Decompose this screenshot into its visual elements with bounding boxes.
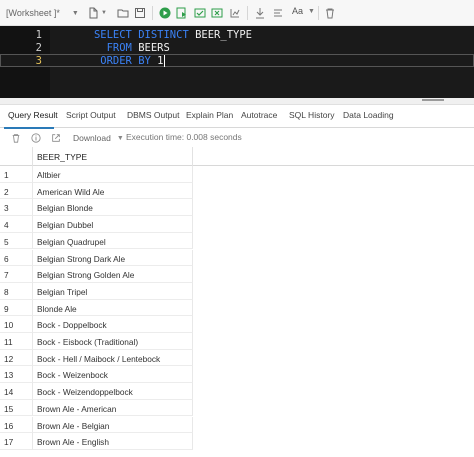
beer-type-cell[interactable]: Bock - Eisbock (Traditional): [33, 333, 193, 350]
row-number: 11: [0, 333, 33, 350]
chevron-down-icon: ▼: [308, 7, 315, 15]
execution-time: Execution time: 0.008 seconds: [126, 132, 242, 142]
beer-type-cell[interactable]: Belgian Strong Golden Ale: [33, 266, 193, 283]
row-number: 1: [0, 166, 33, 183]
table-row[interactable]: 9 Blonde Ale: [0, 299, 474, 317]
row-number: 6: [0, 249, 33, 267]
table-row[interactable]: 11 Bock - Eisbock (Traditional): [0, 333, 474, 350]
line-number: 3: [35, 54, 42, 67]
line-number: 1: [35, 28, 42, 41]
beer-type-cell[interactable]: Bock - Hell / Maibock / Lentebock: [33, 349, 193, 367]
splitter-handle[interactable]: [422, 99, 444, 103]
result-toolbar: Download ▼ Execution time: 0.008 seconds: [0, 129, 474, 147]
line-number: 2: [35, 41, 42, 54]
info-icon[interactable]: [30, 132, 42, 144]
row-number: 2: [0, 182, 33, 200]
download-label: Download: [73, 133, 111, 143]
beer-type-cell[interactable]: Brown Ale - American: [33, 399, 193, 417]
row-number: 7: [0, 266, 33, 283]
row-number: 17: [0, 433, 33, 450]
tab-dbms-output[interactable]: DBMS Output: [127, 110, 179, 120]
table-row[interactable]: 16 Brown Ale - Belgian: [0, 416, 474, 434]
table-row[interactable]: 1 Altbier: [0, 166, 474, 183]
beer-type-cell[interactable]: Belgian Tripel: [33, 282, 193, 300]
beer-type-cell[interactable]: Bock - Weizenbock: [33, 366, 193, 384]
row-number: 12: [0, 349, 33, 367]
chevron-down-icon: ▼: [71, 9, 79, 17]
tab-explain-plan[interactable]: Explain Plan: [186, 110, 233, 120]
row-number: 9: [0, 299, 33, 317]
query-result-grid: BEER_TYPE 1 Altbier 2 American Wild Ale 3 Bel…: [0, 147, 474, 457]
table-row[interactable]: 7 Belgian Strong Golden Ale: [0, 266, 474, 283]
beer-type-cell[interactable]: Bock - Weizendoppelbock: [33, 383, 193, 400]
table-row[interactable]: 5 Belgian Quadrupel: [0, 232, 474, 250]
column-header-beer-type[interactable]: BEER_TYPE: [33, 147, 193, 166]
tab-script-output[interactable]: Script Output: [66, 110, 116, 120]
open-in-new-icon[interactable]: [50, 132, 62, 144]
pane-splitter[interactable]: [0, 98, 474, 105]
delete-icon[interactable]: [323, 6, 337, 20]
table-row[interactable]: 12 Bock - Hell / Maibock / Lentebock: [0, 349, 474, 367]
sql-number: 1: [157, 54, 164, 67]
table-row[interactable]: 2 American Wild Ale: [0, 182, 474, 200]
table-row[interactable]: 8 Belgian Tripel: [0, 282, 474, 300]
row-number: 15: [0, 399, 33, 417]
table-row[interactable]: 10 Bock - Doppelbock: [0, 316, 474, 333]
table-row[interactable]: 17 Brown Ale - English: [0, 433, 474, 450]
row-number: 5: [0, 232, 33, 250]
tab-sql-history[interactable]: SQL History: [289, 110, 335, 120]
sql-identifier: BEER_TYPE: [195, 28, 252, 41]
chevron-down-icon: ▼: [116, 134, 124, 142]
worksheet-label: [Worksheet ]*: [6, 8, 60, 18]
format-icon[interactable]: [271, 6, 285, 20]
output-tabs: Query Result Script Output DBMS Output E…: [0, 106, 474, 128]
beer-type-cell[interactable]: Belgian Dubbel: [33, 216, 193, 233]
row-number: 14: [0, 383, 33, 400]
beer-type-cell[interactable]: Altbier: [33, 166, 193, 183]
row-number: 16: [0, 416, 33, 434]
table-row[interactable]: 15 Brown Ale - American: [0, 399, 474, 417]
row-number-header: [0, 147, 33, 166]
tab-autotrace[interactable]: Autotrace: [241, 110, 277, 120]
sql-keyword: ORDER BY: [93, 54, 158, 67]
beer-type-cell[interactable]: Belgian Strong Dark Ale: [33, 249, 193, 267]
beer-type-cell[interactable]: Brown Ale - English: [33, 433, 193, 450]
text-cursor: [164, 54, 166, 67]
editor-line-current[interactable]: 3 ORDER BY 1: [0, 54, 474, 67]
beer-type-cell[interactable]: Belgian Blonde: [33, 199, 193, 217]
table-row[interactable]: 6 Belgian Strong Dark Ale: [0, 249, 474, 267]
table-row[interactable]: 3 Belgian Blonde: [0, 199, 474, 217]
table-row[interactable]: 4 Belgian Dubbel: [0, 216, 474, 233]
sql-editor[interactable]: 1 SELECT DISTINCT BEER_TYPE 2 FROM BEERS…: [0, 26, 474, 98]
beer-type-cell[interactable]: Brown Ale - Belgian: [33, 416, 193, 434]
font-size-selector[interactable]: Aa ▼: [292, 6, 315, 16]
font-icon: Aa: [292, 6, 304, 16]
row-number: 3: [0, 199, 33, 217]
beer-type-cell[interactable]: Bock - Doppelbock: [33, 316, 193, 333]
download-icon[interactable]: [253, 6, 267, 20]
row-number: 4: [0, 216, 33, 233]
tab-query-result[interactable]: Query Result: [8, 110, 58, 120]
toolbar-divider: [318, 6, 319, 20]
beer-type-cell[interactable]: Blonde Ale: [33, 299, 193, 317]
download-dropdown[interactable]: Download ▼: [73, 133, 124, 143]
beer-type-cell[interactable]: Belgian Quadrupel: [33, 232, 193, 250]
row-number: 10: [0, 316, 33, 333]
beer-type-cell[interactable]: American Wild Ale: [33, 182, 193, 200]
row-number: 13: [0, 366, 33, 384]
table-row[interactable]: 14 Bock - Weizendoppelbock: [0, 383, 474, 400]
grid-header: BEER_TYPE: [0, 147, 474, 166]
tab-data-loading[interactable]: Data Loading: [343, 110, 394, 120]
delete-icon[interactable]: [10, 132, 22, 144]
table-row[interactable]: 13 Bock - Weizenbock: [0, 366, 474, 384]
row-number: 8: [0, 282, 33, 300]
